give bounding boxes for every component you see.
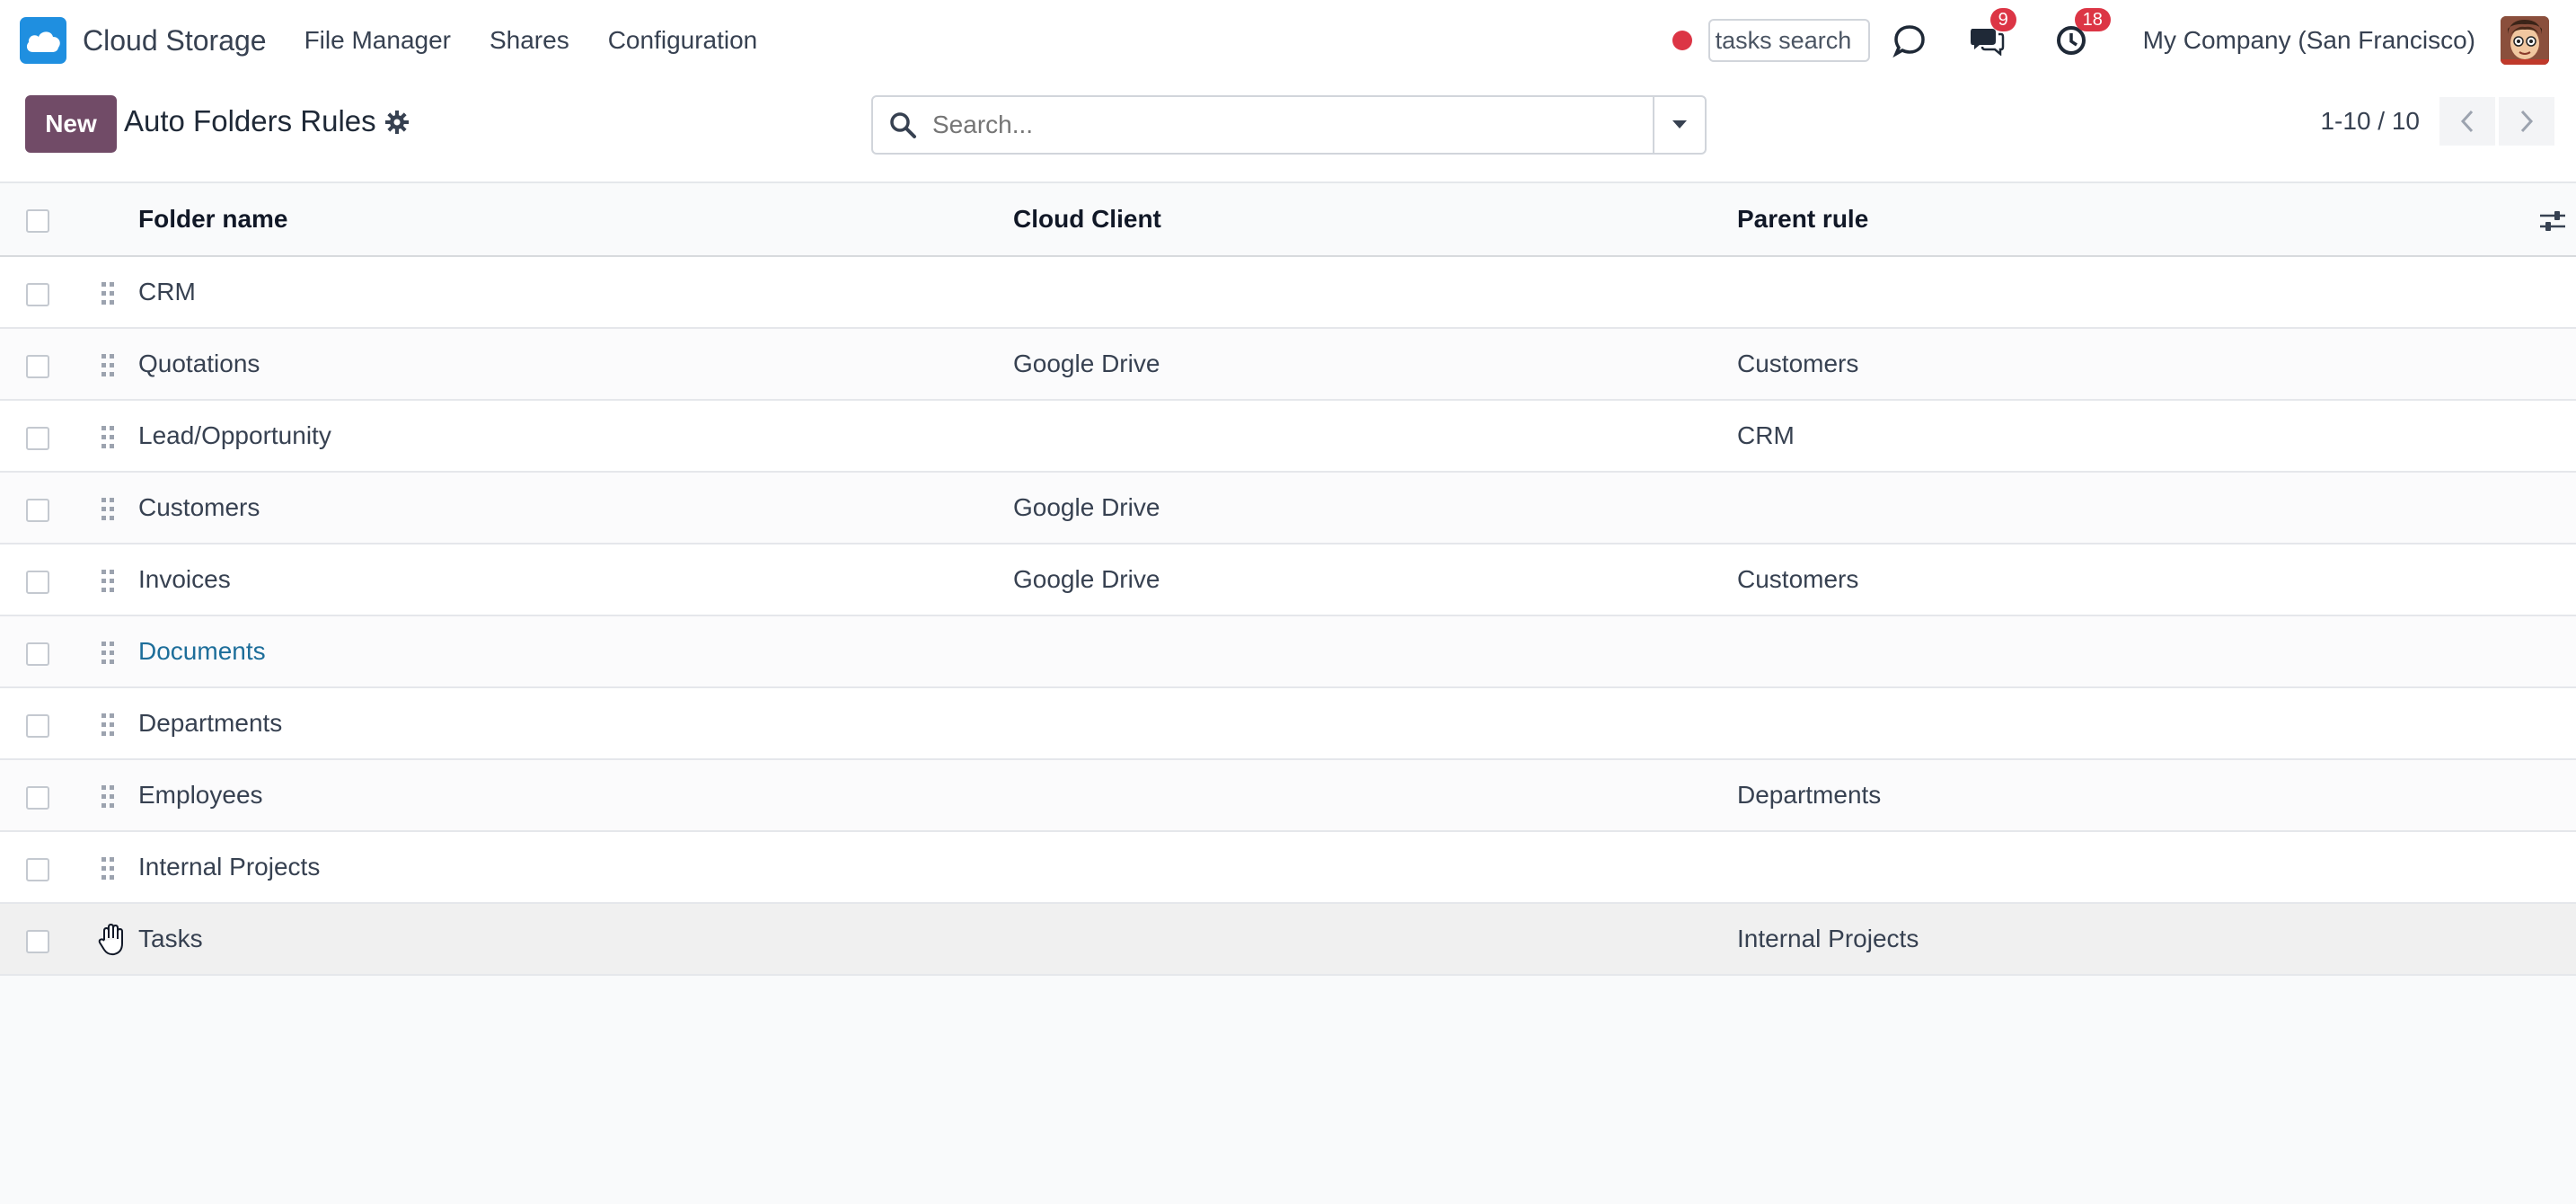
menu-file-manager[interactable]: File Manager — [304, 26, 451, 55]
activities-badge: 18 — [2074, 8, 2111, 31]
top-navbar: Cloud Storage File Manager Shares Config… — [0, 0, 2576, 81]
row-checkbox[interactable] — [26, 786, 49, 810]
menu-configuration[interactable]: Configuration — [608, 26, 758, 55]
row-checkbox[interactable] — [26, 499, 49, 522]
table-row[interactable]: Invoices Google Drive Customers — [0, 544, 2576, 616]
folder-name-cell-link[interactable]: Documents — [138, 616, 266, 686]
row-checkbox[interactable] — [26, 427, 49, 450]
row-checkbox[interactable] — [26, 858, 49, 881]
chevron-left-icon[interactable] — [2439, 97, 2495, 146]
row-checkbox[interactable] — [26, 355, 49, 378]
table-header: Folder name Cloud Client Parent rule — [0, 183, 2576, 257]
folder-name-cell: Employees — [138, 781, 263, 809]
drag-handle-icon[interactable] — [99, 280, 117, 307]
app-brand[interactable]: Cloud Storage — [20, 17, 267, 64]
tasks-search-input[interactable] — [1707, 19, 1870, 62]
row-checkbox[interactable] — [26, 642, 49, 666]
new-button[interactable]: New — [25, 95, 117, 153]
row-checkbox[interactable] — [26, 571, 49, 594]
folder-name-cell: Invoices — [138, 565, 231, 593]
table-row[interactable]: Customers Google Drive — [0, 473, 2576, 544]
parent-rule-cell: CRM — [1737, 421, 1795, 449]
parent-rule-cell: Internal Projects — [1737, 925, 1919, 952]
drag-handle-icon[interactable] — [99, 568, 117, 595]
messages-badge: 9 — [1989, 8, 2016, 31]
drag-handle-icon[interactable] — [99, 424, 117, 451]
pager: 1-10 / 10 — [2320, 95, 2554, 147]
caret-down-icon[interactable] — [1653, 97, 1705, 153]
page-title: Auto Folders Rules — [124, 104, 376, 137]
pager-value[interactable]: 1-10 / 10 — [2320, 107, 2420, 136]
folder-name-cell: CRM — [138, 278, 196, 305]
cloud-client-cell: Google Drive — [1013, 493, 1160, 521]
rules-list: Folder name Cloud Client Parent rule CRM… — [0, 183, 2576, 976]
folder-name-cell: Departments — [138, 709, 283, 737]
row-checkbox[interactable] — [26, 714, 49, 738]
table-row[interactable]: Tasks Internal Projects — [0, 904, 2576, 976]
table-row[interactable]: Documents — [0, 616, 2576, 688]
user-avatar[interactable] — [2501, 16, 2549, 65]
discuss-icon[interactable] — [1890, 21, 1929, 60]
parent-rule-cell: Customers — [1737, 565, 1859, 593]
select-all-checkbox[interactable] — [26, 209, 49, 233]
folder-name-cell: Lead/Opportunity — [138, 421, 331, 449]
folder-name-cell: Customers — [138, 493, 260, 521]
menu-shares[interactable]: Shares — [490, 26, 569, 55]
drag-handle-icon[interactable] — [99, 496, 117, 523]
control-panel: New Auto Folders Rules Search... 1-10 / … — [0, 81, 2576, 183]
table-row[interactable]: Employees Departments — [0, 760, 2576, 832]
column-header-cloud-client[interactable]: Cloud Client — [1013, 183, 1161, 255]
search-bar — [871, 95, 1707, 155]
company-switcher[interactable]: My Company (San Francisco) — [2143, 26, 2475, 55]
row-checkbox[interactable] — [26, 930, 49, 953]
cloud-client-cell: Google Drive — [1013, 350, 1160, 377]
settings-gear-icon[interactable] — [384, 110, 410, 135]
table-row[interactable]: Quotations Google Drive Customers — [0, 329, 2576, 401]
main-menu: File Manager Shares Configuration — [304, 26, 797, 55]
table-row[interactable]: CRM — [0, 257, 2576, 329]
drag-handle-icon[interactable] — [99, 352, 117, 379]
column-settings-icon[interactable] — [2538, 208, 2567, 234]
app-title: Cloud Storage — [83, 23, 267, 57]
activity-clock-icon[interactable]: 18 — [2051, 8, 2111, 60]
cloud-client-cell: Google Drive — [1013, 565, 1160, 593]
table-row[interactable]: Internal Projects — [0, 832, 2576, 904]
folder-name-cell: Quotations — [138, 350, 260, 377]
grab-hand-cursor-icon[interactable] — [97, 922, 128, 958]
recording-indicator-icon — [1672, 31, 1692, 50]
drag-handle-icon[interactable] — [99, 855, 117, 882]
parent-rule-cell: Departments — [1737, 781, 1882, 809]
column-header-parent-rule[interactable]: Parent rule — [1737, 183, 1868, 255]
table-row[interactable]: Lead/Opportunity CRM — [0, 401, 2576, 473]
search-icon — [873, 97, 932, 153]
column-header-folder-name[interactable]: Folder name — [138, 183, 287, 255]
folder-name-cell: Tasks — [138, 925, 203, 952]
row-checkbox[interactable] — [26, 283, 49, 306]
messages-icon[interactable]: 9 — [1967, 8, 2016, 60]
cloud-logo-icon — [20, 17, 66, 64]
parent-rule-cell: Customers — [1737, 350, 1859, 377]
drag-handle-icon[interactable] — [99, 783, 117, 810]
drag-handle-icon[interactable] — [99, 712, 117, 739]
systray: 9 18 My Company (San Francisco) — [1672, 0, 2549, 81]
chevron-right-icon[interactable] — [2499, 97, 2554, 146]
drag-handle-icon[interactable] — [99, 640, 117, 667]
search-input[interactable] — [932, 97, 1653, 153]
table-row[interactable]: Departments — [0, 688, 2576, 760]
folder-name-cell: Internal Projects — [138, 853, 321, 881]
